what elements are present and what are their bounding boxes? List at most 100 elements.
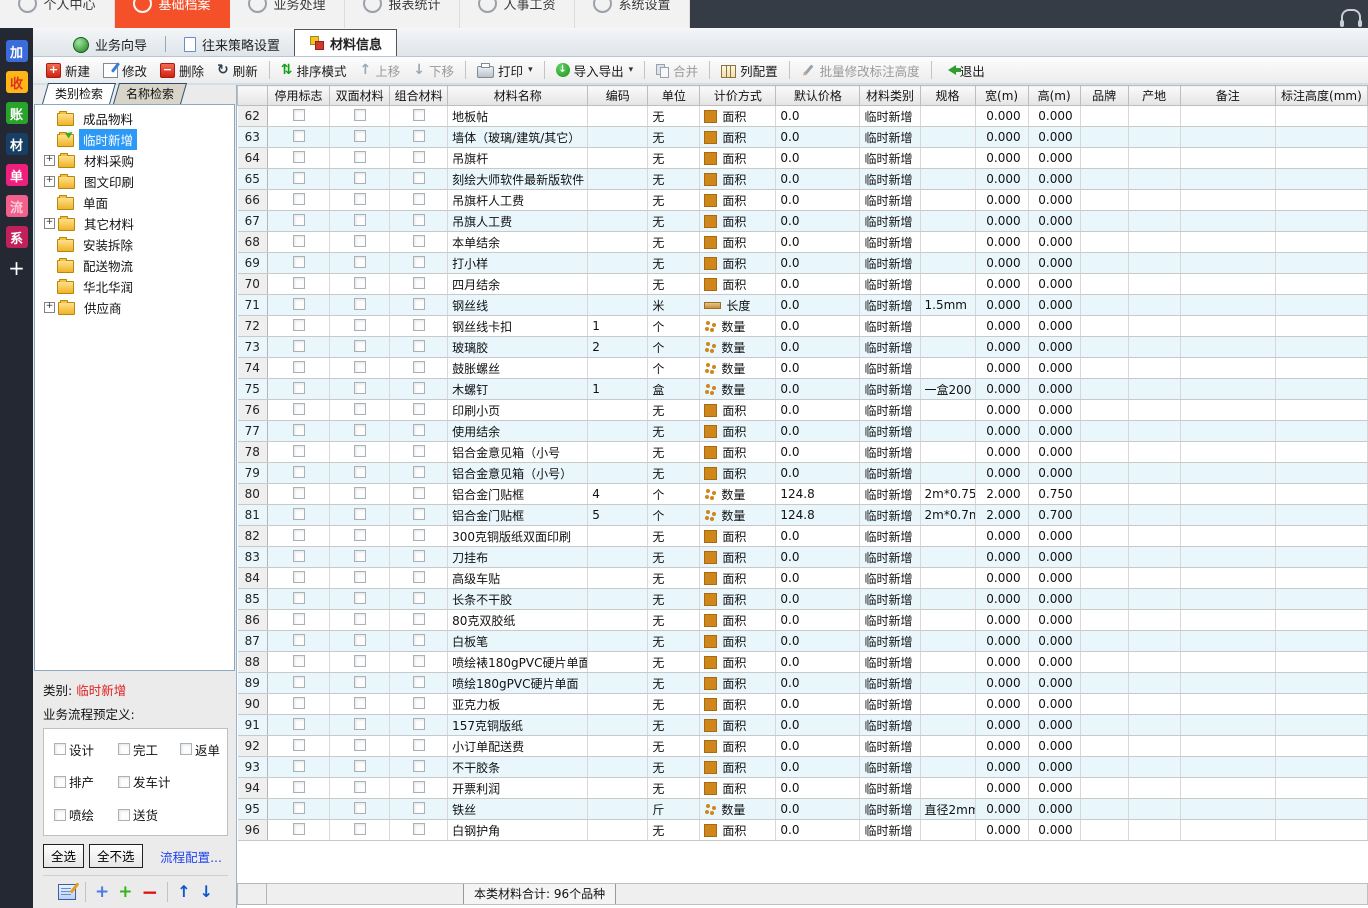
column-header-双面材料[interactable]: 双面材料 (329, 85, 391, 106)
doc-tab-业务向导[interactable]: 业务向导 (59, 33, 161, 56)
checkbox[interactable] (412, 108, 425, 121)
rail-button-材[interactable]: 材 (5, 133, 28, 155)
checkbox[interactable] (353, 339, 366, 352)
column-header-备注[interactable]: 备注 (1179, 85, 1276, 106)
checkbox[interactable] (292, 339, 305, 352)
checkbox[interactable] (412, 192, 425, 205)
column-header-材料名称[interactable]: 材料名称 (447, 85, 589, 106)
checkbox[interactable] (353, 297, 366, 310)
headset-icon[interactable] (1340, 9, 1362, 27)
checkbox[interactable] (292, 570, 305, 583)
column-header-高(m)[interactable]: 高(m) (1027, 85, 1081, 106)
checkbox[interactable] (353, 591, 366, 604)
table-row[interactable]: 87 白板笔 无面积 0.0 临时新增 0.000 0.000 (237, 630, 1368, 652)
checkbox[interactable] (412, 759, 425, 772)
toolbar-button-排序模式[interactable]: 排序模式 (276, 59, 352, 82)
checkbox[interactable] (412, 801, 425, 814)
checkbox[interactable] (412, 255, 425, 268)
table-row[interactable]: 90 亚克力板 无面积 0.0 临时新增 0.000 0.000 (237, 693, 1368, 715)
checkbox[interactable] (292, 402, 305, 415)
checkbox[interactable] (353, 717, 366, 730)
checkbox[interactable] (292, 759, 305, 772)
checkbox[interactable] (292, 528, 305, 541)
nav-tab-系统设置[interactable]: 系统设置 (575, 0, 690, 28)
table-row[interactable]: 76 印刷小页 无面积 0.0 临时新增 0.000 0.000 (237, 399, 1368, 421)
checkbox[interactable] (353, 360, 366, 373)
nav-tab-基础档案[interactable]: 基础档案 (115, 0, 230, 28)
checkbox[interactable] (353, 234, 366, 247)
checkbox[interactable] (292, 801, 305, 814)
checkbox[interactable] (353, 822, 366, 835)
table-row[interactable]: 70 四月结余 无面积 0.0 临时新增 0.000 0.000 (237, 273, 1368, 295)
checkbox[interactable] (353, 171, 366, 184)
checkbox[interactable] (292, 822, 305, 835)
checkbox[interactable] (353, 192, 366, 205)
table-row[interactable]: 82 300克铜版纸双面印刷 无面积 0.0 临时新增 0.000 0.000 (237, 525, 1368, 547)
checkbox[interactable] (353, 108, 366, 121)
table-row[interactable]: 63 墙体（玻璃/建筑/其它） 无面积 0.0 临时新增 0.000 0.000 (237, 126, 1368, 148)
tree-item-成品物料[interactable]: 成品物料 (35, 108, 234, 129)
checkbox[interactable] (353, 318, 366, 331)
toolbar-button-打印[interactable]: 打印 ▾ (472, 59, 538, 82)
checkbox[interactable] (412, 528, 425, 541)
toolbar-button-新建[interactable]: 新建 (41, 59, 95, 82)
checkbox[interactable] (292, 171, 305, 184)
table-row[interactable]: 91 157克铜版纸 无面积 0.0 临时新增 0.000 0.000 (237, 714, 1368, 736)
column-header-默认价格[interactable]: 默认价格 (775, 85, 861, 106)
checkbox[interactable] (353, 633, 366, 646)
column-header-编码[interactable]: 编码 (587, 85, 649, 106)
checkbox[interactable] (54, 743, 66, 756)
column-header-停用标志[interactable]: 停用标志 (267, 85, 331, 106)
checkbox[interactable] (412, 591, 425, 604)
checkbox[interactable] (412, 717, 425, 730)
checkbox[interactable] (353, 675, 366, 688)
table-row[interactable]: 95 铁丝斤数量 0.0 临时新增 直径2mm 0.000 0.000 (237, 798, 1368, 820)
checkbox[interactable] (353, 150, 366, 163)
column-header-rownum[interactable] (237, 85, 269, 106)
table-row[interactable]: 78 铝合金意见箱（小号 无面积 0.0 临时新增 0.000 0.000 (237, 441, 1368, 463)
checkbox[interactable] (412, 381, 425, 394)
checkbox[interactable] (412, 276, 425, 289)
column-header-单位[interactable]: 单位 (647, 85, 701, 106)
table-row[interactable]: 64 吊旗杆 无面积 0.0 临时新增 0.000 0.000 (237, 147, 1368, 169)
checkbox[interactable] (412, 822, 425, 835)
column-header-组合材料[interactable]: 组合材料 (389, 85, 449, 106)
checkbox[interactable] (353, 759, 366, 772)
table-row[interactable]: 68 本单结余 无面积 0.0 临时新增 0.000 0.000 (237, 231, 1368, 253)
checkbox[interactable] (292, 654, 305, 667)
table-row[interactable]: 62 地板帖 无面积 0.0 临时新增 0.000 0.000 (237, 105, 1368, 127)
checkbox[interactable] (292, 234, 305, 247)
doc-tab-材料信息[interactable]: 材料信息 (294, 29, 398, 56)
checkbox[interactable] (412, 444, 425, 457)
column-header-产地[interactable]: 产地 (1127, 85, 1181, 106)
checkbox[interactable] (412, 696, 425, 709)
rail-button-收[interactable]: 收 (5, 71, 28, 93)
nav-tab-业务处理[interactable]: 业务处理 (230, 0, 345, 28)
table-row[interactable]: 69 打小样 无面积 0.0 临时新增 0.000 0.000 (237, 252, 1368, 274)
checkbox[interactable] (292, 612, 305, 625)
table-row[interactable]: 71 钢丝线米长度 0.0 临时新增 1.5mm 0.000 0.000 (237, 294, 1368, 316)
checkbox[interactable] (292, 507, 305, 520)
tree-item-供应商[interactable]: 供应商 (35, 297, 234, 318)
checkbox[interactable] (292, 591, 305, 604)
table-row[interactable]: 65 刻绘大师软件最新版软件 无面积 0.0 临时新增 0.000 0.000 (237, 168, 1368, 190)
column-header-品牌[interactable]: 品牌 (1079, 85, 1129, 106)
checkbox[interactable] (292, 297, 305, 310)
checkbox[interactable] (353, 129, 366, 142)
table-row[interactable]: 86 80克双胶纸 无面积 0.0 临时新增 0.000 0.000 (237, 609, 1368, 631)
expand-icon[interactable] (44, 302, 55, 313)
checkbox[interactable] (292, 360, 305, 373)
checkbox[interactable] (412, 486, 425, 499)
rail-button-流[interactable]: 流 (5, 195, 28, 217)
checkbox[interactable] (412, 360, 425, 373)
table-row[interactable]: 74 鼓胀螺丝 个数量 0.0 临时新增 0.000 0.000 (237, 357, 1368, 379)
table-row[interactable]: 83 刀挂布 无面积 0.0 临时新增 0.000 0.000 (237, 546, 1368, 568)
tree-item-华北华润[interactable]: 华北华润 (35, 276, 234, 297)
table-row[interactable]: 93 不干胶条 无面积 0.0 临时新增 0.000 0.000 (237, 756, 1368, 778)
move-up-icon[interactable] (177, 883, 190, 901)
checkbox[interactable] (292, 465, 305, 478)
tree-item-图文印刷[interactable]: 图文印刷 (35, 171, 234, 192)
checkbox[interactable] (292, 549, 305, 562)
select-all-button[interactable]: 全选 (43, 844, 85, 868)
table-row[interactable]: 84 高级车贴 无面积 0.0 临时新增 0.000 0.000 (237, 567, 1368, 589)
